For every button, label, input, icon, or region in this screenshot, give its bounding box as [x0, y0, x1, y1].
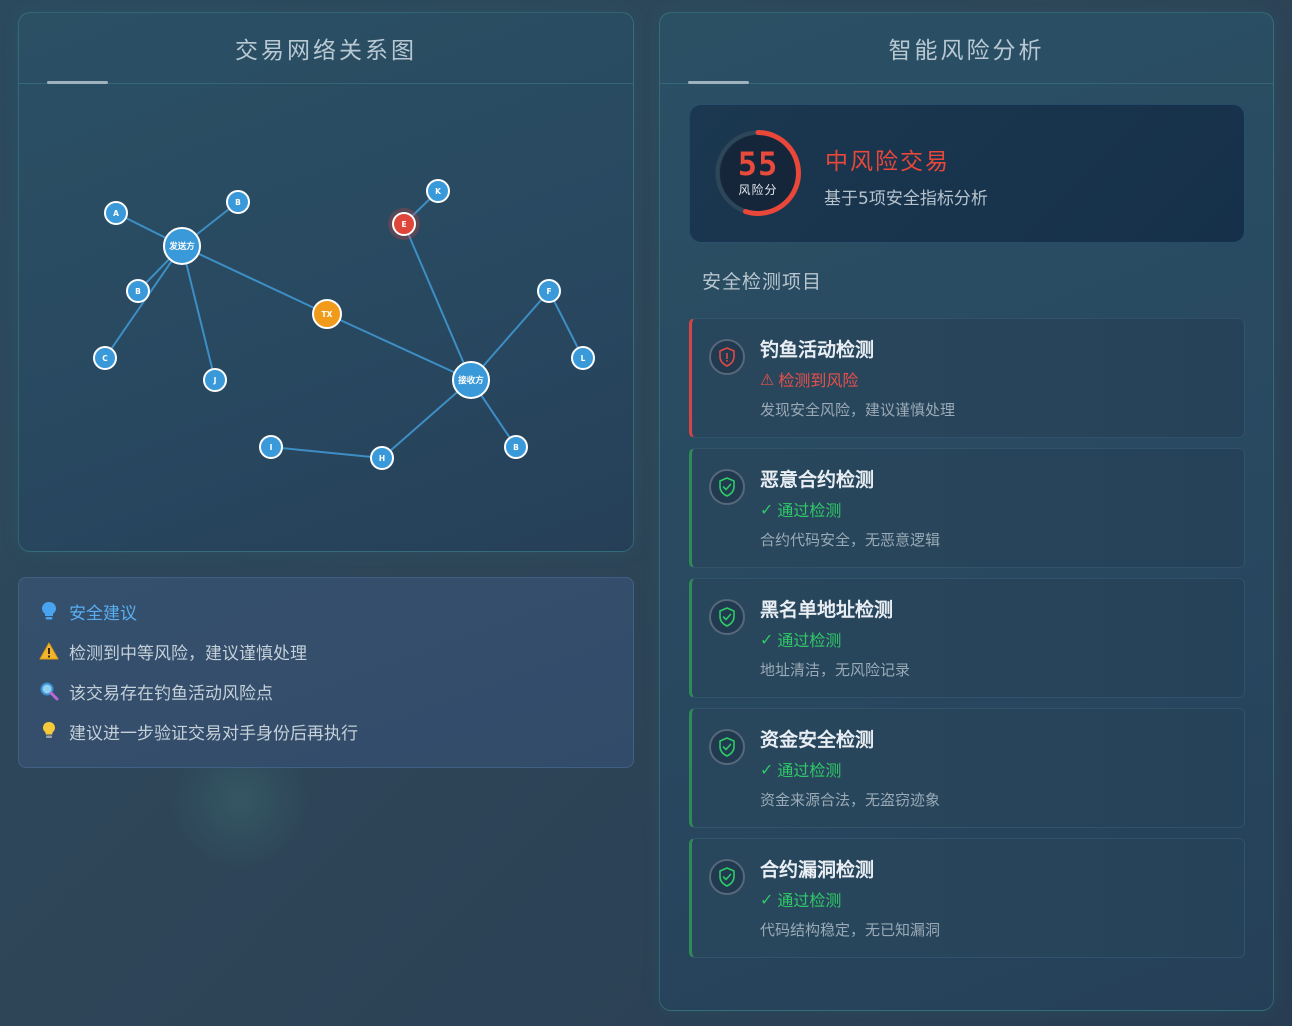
network-node-label: B [235, 198, 241, 207]
header-underline [47, 81, 108, 84]
risk-score-value: 55 [737, 145, 779, 183]
advice-text: 检测到中等风险，建议谨慎处理 [69, 643, 307, 664]
checkmark-icon: ✓ [760, 629, 774, 649]
network-node-label: I [270, 443, 273, 452]
risk-panel-header: 智能风险分析 [660, 13, 1273, 84]
network-node-f[interactable]: F [537, 279, 561, 303]
network-edge [326, 313, 472, 381]
network-node-tx[interactable]: TX [312, 299, 342, 329]
security-advice-panel: 安全建议 检测到中等风险，建议谨慎处理 该交易存在钓鱼活动风险点 建议进一步验证… [18, 577, 634, 768]
network-edge [270, 446, 383, 459]
network-node-label: F [546, 287, 551, 296]
check-description: 发现安全风险，建议谨慎处理 [760, 401, 956, 419]
network-panel-header: 交易网络关系图 [19, 13, 633, 84]
advice-text: 该交易存在钓鱼活动风险点 [69, 683, 273, 704]
network-node-k[interactable]: K [426, 179, 450, 203]
network-node-h[interactable]: H [370, 446, 394, 470]
advice-item: 该交易存在钓鱼活动风险点 [39, 678, 613, 704]
network-edge [181, 245, 216, 381]
shield-check-icon [709, 469, 745, 505]
shield-check-icon [709, 599, 745, 635]
network-node-b1[interactable]: B [226, 190, 250, 214]
network-node-c[interactable]: C [93, 346, 117, 370]
network-node-label: A [113, 209, 119, 218]
check-description: 合约代码安全，无恶意逻辑 [760, 531, 941, 549]
advice-item: 检测到中等风险，建议谨慎处理 [39, 638, 613, 664]
network-node-b2[interactable]: B [126, 279, 150, 303]
risk-panel-title: 智能风险分析 [888, 38, 1045, 64]
network-node-receiver[interactable]: 接收方 [452, 361, 490, 399]
network-node-label: H [379, 454, 385, 463]
network-node-label: J [213, 376, 217, 385]
section-title: 安全检测项目 [702, 271, 823, 293]
warning-icon [39, 640, 59, 662]
network-node-label: 接收方 [458, 375, 484, 386]
bulb-icon [39, 600, 59, 622]
advice-text: 建议进一步验证交易对手身份后再执行 [69, 723, 358, 744]
shield-check-icon [709, 729, 745, 765]
network-node-b3[interactable]: B [504, 435, 528, 459]
risk-analysis-panel: 智能风险分析 55 风险分 中风险交易 基于5项安全指标分析 安全检测项目 钓鱼… [659, 12, 1274, 1011]
checkmark-icon: ✓ [760, 499, 774, 519]
check-name: 钓鱼活动检测 [760, 339, 875, 361]
magnifier-icon [39, 680, 59, 702]
network-node-label: B [135, 287, 141, 296]
check-status-text: 通过检测 [777, 891, 842, 910]
check-status: ✓ 通过检测 [760, 887, 841, 911]
check-status: ✓ 通过检测 [760, 497, 841, 521]
check-name: 恶意合约检测 [760, 469, 875, 491]
check-status: ✓ 通过检测 [760, 627, 841, 651]
check-status: ✓ 通过检测 [760, 757, 841, 781]
check-status-text: 通过检测 [777, 501, 842, 520]
risk-level-subtitle: 基于5项安全指标分析 [824, 189, 988, 209]
advice-item: 建议进一步验证交易对手身份后再执行 [39, 718, 613, 744]
network-panel: 交易网络关系图 发送方接收方 TX A B B C J E K F L I H B [18, 12, 634, 552]
check-name: 资金安全检测 [760, 729, 875, 751]
network-node-label: B [513, 443, 519, 452]
risk-score-label: 风险分 [738, 183, 778, 197]
check-item-contract-vulnerability[interactable]: 合约漏洞检测 ✓ 通过检测 代码结构稳定，无已知漏洞 [689, 838, 1245, 958]
check-item-blacklist[interactable]: 黑名单地址检测 ✓ 通过检测 地址清洁，无风险记录 [689, 578, 1245, 698]
check-description: 资金来源合法，无盗窃迹象 [760, 791, 941, 809]
check-description: 地址清洁，无风险记录 [760, 661, 911, 679]
risk-level-title: 中风险交易 [825, 149, 950, 175]
advice-title: 安全建议 [69, 603, 137, 624]
shield-alert-icon [709, 339, 745, 375]
network-node-label: 发送方 [168, 241, 195, 252]
check-status-text: 通过检测 [777, 631, 842, 650]
network-node-j[interactable]: J [203, 368, 227, 392]
checkmark-icon: ✓ [760, 759, 774, 779]
network-node-l[interactable]: L [571, 346, 595, 370]
network-node-label: TX [322, 310, 333, 319]
advice-title-row: 安全建议 [39, 598, 613, 624]
network-node-a[interactable]: A [104, 201, 128, 225]
network-node-label: L [581, 354, 586, 363]
network-panel-title: 交易网络关系图 [235, 38, 417, 64]
network-node-e[interactable]: E [388, 208, 420, 240]
shield-check-icon [709, 859, 745, 895]
network-edge [104, 245, 183, 359]
network-node-label: E [401, 220, 406, 229]
check-status-text: 检测到风险 [778, 371, 859, 390]
check-name: 合约漏洞检测 [760, 859, 875, 881]
check-description: 代码结构稳定，无已知漏洞 [760, 921, 941, 939]
risk-score-card: 55 风险分 中风险交易 基于5项安全指标分析 [689, 104, 1245, 243]
check-status-text: 通过检测 [777, 761, 842, 780]
network-edge [181, 245, 328, 315]
network-node-i[interactable]: I [259, 435, 283, 459]
check-item-malicious-contract[interactable]: 恶意合约检测 ✓ 通过检测 合约代码安全，无恶意逻辑 [689, 448, 1245, 568]
checkmark-icon: ✓ [760, 889, 774, 909]
network-node-label: C [102, 354, 108, 363]
network-node-sender[interactable]: 发送方 [163, 227, 201, 265]
header-underline [688, 81, 749, 84]
network-graph[interactable]: 发送方接收方 TX A B B C J E K F L I H B [19, 85, 633, 551]
warning-outline-icon: ⚠ [760, 369, 775, 389]
check-status: ⚠ 检测到风险 [760, 367, 858, 391]
check-name: 黑名单地址检测 [760, 599, 894, 621]
lightbulb-icon [39, 720, 59, 742]
check-item-funds-safety[interactable]: 资金安全检测 ✓ 通过检测 资金来源合法，无盗窃迹象 [689, 708, 1245, 828]
network-edge [403, 223, 472, 381]
check-item-phishing[interactable]: 钓鱼活动检测 ⚠ 检测到风险 发现安全风险，建议谨慎处理 [689, 318, 1245, 438]
